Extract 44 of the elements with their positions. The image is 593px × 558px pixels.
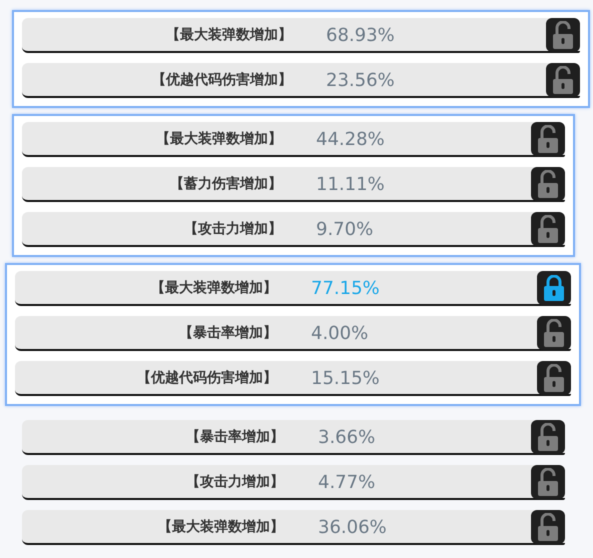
- open-lock-icon: [537, 215, 559, 243]
- open-lock-icon: [537, 468, 559, 496]
- option-value: 3.66%: [318, 426, 376, 448]
- option-label: 【最大装弹数增加】: [158, 518, 284, 536]
- lock-button[interactable]: [531, 212, 565, 246]
- option-label: 【优越代码伤害增加】: [137, 369, 277, 387]
- open-lock-icon: [552, 66, 574, 94]
- option-value: 4.77%: [318, 472, 376, 492]
- open-lock-icon: [537, 513, 559, 541]
- option-label: 【最大装弹数增加】: [151, 279, 277, 297]
- closed-lock-icon: [543, 275, 565, 301]
- option-value: 68.93%: [326, 24, 396, 46]
- option-label: 【暴击率增加】: [179, 324, 277, 342]
- option-value: 77.15%: [311, 278, 381, 298]
- option-value: 23.56%: [326, 70, 396, 90]
- option-value: 44.28%: [316, 128, 386, 150]
- open-lock-icon: [537, 170, 559, 198]
- option-value: 36.06%: [318, 516, 388, 538]
- open-lock-icon: [543, 319, 565, 347]
- lock-button[interactable]: [531, 122, 565, 156]
- lock-button[interactable]: [531, 420, 565, 454]
- lock-button[interactable]: [531, 167, 565, 201]
- option-value: 9.70%: [316, 218, 374, 240]
- option-label: 【暴击率增加】: [186, 428, 284, 446]
- lock-button[interactable]: [546, 18, 580, 52]
- open-lock-icon: [537, 125, 559, 153]
- option-label: 【攻击力增加】: [184, 220, 282, 238]
- option-label: 【最大装弹数增加】: [156, 130, 282, 148]
- lock-button[interactable]: [546, 63, 580, 97]
- option-value: 15.15%: [311, 368, 381, 388]
- open-lock-icon: [552, 21, 574, 49]
- option-value: 4.00%: [311, 322, 370, 344]
- lock-button[interactable]: [531, 510, 565, 544]
- open-lock-icon: [543, 364, 565, 392]
- lock-button[interactable]: [531, 465, 565, 499]
- option-value: 11.11%: [316, 174, 386, 194]
- option-label: 【最大装弹数增加】: [166, 26, 292, 44]
- option-label: 【优越代码伤害增加】: [152, 71, 292, 89]
- lock-button[interactable]: [537, 271, 571, 305]
- option-label: 【蓄力伤害增加】: [170, 175, 282, 193]
- lock-button[interactable]: [537, 361, 571, 395]
- open-lock-icon: [537, 423, 559, 451]
- lock-button[interactable]: [537, 316, 571, 350]
- option-label: 【攻击力增加】: [186, 473, 284, 491]
